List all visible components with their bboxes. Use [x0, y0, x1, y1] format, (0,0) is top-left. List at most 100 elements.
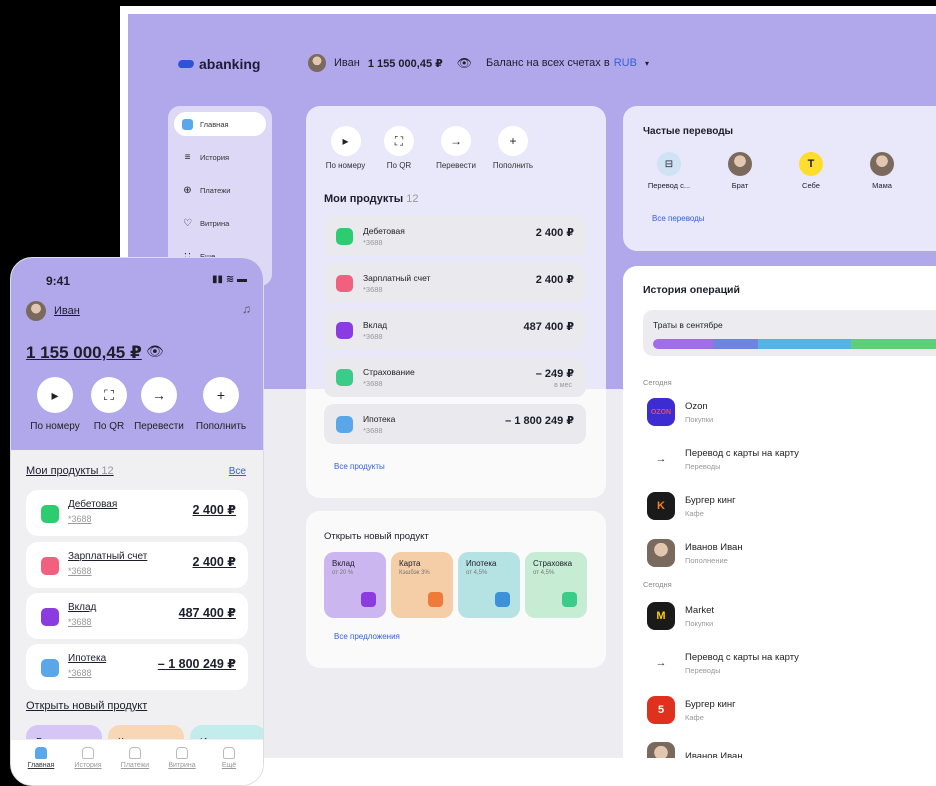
operation-title: Иванов Иван — [685, 750, 743, 759]
product-number: *3688 — [68, 668, 92, 678]
home-icon — [182, 118, 193, 130]
product-amount: 2 400 ₽ — [192, 555, 236, 569]
offer-tile[interactable]: Вклад от 20 % — [324, 552, 386, 618]
tab-3[interactable]: Витрина — [162, 747, 202, 769]
sidebar-item-label: История — [200, 152, 230, 162]
all-products-link[interactable]: Все продукты — [334, 462, 385, 471]
product-row[interactable]: Вклад *3688 487 400 ₽ — [324, 310, 586, 350]
bk-icon: K — [647, 492, 675, 520]
eye-icon[interactable]: 👁 — [457, 56, 472, 70]
offer-icon — [361, 592, 376, 607]
operation-title: Иванов Иван — [685, 541, 743, 553]
frequent-label: Мама — [872, 181, 892, 190]
product-name: Страхование — [363, 366, 415, 377]
operation-row[interactable]: 5 Бургер кинг Кафе — [647, 696, 736, 724]
offer-name: Страховка — [533, 559, 573, 568]
operation-row[interactable]: Иванов Иван Пополнение — [647, 539, 743, 567]
product-amount: – 1 800 249 ₽ — [505, 415, 574, 427]
product-row[interactable]: Дебетовая *3688 2 400 ₽ — [324, 216, 586, 256]
avatar — [728, 152, 752, 176]
operation-title: Перевод с карты на карту — [685, 447, 799, 459]
tab-label: Главная — [27, 762, 55, 769]
tab-icon — [129, 747, 141, 759]
operation-info: Перевод с карты на карту Переводы — [685, 652, 799, 675]
tab-0[interactable]: Главная — [21, 747, 61, 769]
frequent-label: Перевод с... — [647, 181, 691, 190]
t-icon: T — [799, 152, 823, 176]
new-product-card: Открыть новый продукт Вклад от 20 % Карта К… — [306, 511, 606, 668]
total-balance: 1 155 000,45 ₽ — [367, 57, 443, 70]
frequent-contact[interactable]: Мама — [852, 152, 912, 190]
avatar[interactable] — [308, 54, 326, 72]
quick-action-3[interactable]: + Пополнить — [189, 377, 253, 432]
operation-title: Бургер кинг — [685, 698, 736, 710]
quick-action-2[interactable]: → Перевести — [431, 126, 481, 170]
product-row[interactable]: Зарплатный счет *3688 2 400 ₽ — [324, 263, 586, 303]
tab-label: Витрина — [168, 762, 196, 769]
user-name[interactable]: Иван — [54, 305, 80, 317]
frequent-contact[interactable]: ⊟ Перевод с... — [639, 152, 699, 190]
products-title: Мои продукты 12 — [26, 465, 114, 477]
product-card[interactable]: Вклад *3688 487 400 ₽ — [26, 593, 248, 639]
operation-row[interactable]: OZON Ozon Покупки — [647, 398, 713, 426]
operation-category: Переводы — [685, 461, 721, 471]
offer-tile[interactable]: Страховка от 4,5% — [525, 552, 587, 618]
heart-icon: ♡ — [183, 217, 192, 229]
quick-action-0[interactable]: ▸ По номеру — [324, 126, 367, 170]
quick-action-2[interactable]: → Перевести — [127, 377, 191, 432]
sidebar-item-3[interactable]: ♡ Витрина — [174, 211, 266, 235]
all-products-link[interactable]: Все — [229, 466, 246, 477]
offer-name: Ипотека — [466, 559, 497, 568]
arrow-right-icon: → — [141, 377, 177, 413]
operation-row[interactable]: M Market Покупки — [647, 602, 714, 630]
spending-widget[interactable]: Траты в сентябре — [643, 310, 936, 356]
quick-action-label: По QR — [93, 421, 125, 432]
product-info: Вклад *3688 — [363, 320, 387, 341]
status-time: 9:41 — [46, 274, 71, 288]
quick-action-1[interactable]: ⛶ По QR — [374, 126, 424, 170]
frequent-contact[interactable]: T Себе — [781, 152, 841, 190]
product-card[interactable]: Дебетовая *3688 2 400 ₽ — [26, 490, 248, 536]
operation-row[interactable]: K Бургер кинг Кафе — [647, 492, 736, 520]
offer-tile[interactable]: Ипотека от 4,5% — [458, 552, 520, 618]
quick-action-label: Пополнить — [492, 161, 534, 170]
product-amount: – 1 800 249 ₽ — [157, 657, 236, 671]
logo[interactable]: abanking — [176, 56, 260, 72]
product-amount: 2 400 ₽ — [535, 274, 574, 286]
sidebar-item-2[interactable]: ⊕ Платежи — [174, 178, 266, 202]
avatar[interactable] — [26, 301, 46, 321]
tab-4[interactable]: Ещё — [209, 747, 249, 769]
operation-info: Бургер кинг Кафе — [685, 495, 736, 518]
tab-1[interactable]: История — [68, 747, 108, 769]
user-name[interactable]: Иван — [334, 57, 360, 69]
product-number: *3688 — [363, 331, 383, 341]
product-row[interactable]: Ипотека *3688 – 1 800 249 ₽ — [324, 404, 586, 444]
quick-action-3[interactable]: + Пополнить — [488, 126, 538, 170]
offer-sub: от 4,5% — [466, 570, 488, 576]
status-icons: ▮▮ ≋ ▬ — [212, 274, 247, 285]
all-offers-link[interactable]: Все предложения — [334, 632, 400, 641]
offer-icon — [495, 592, 510, 607]
frequent-contact[interactable]: Брат — [710, 152, 770, 190]
chevron-down-icon[interactable]: ▾ — [645, 59, 649, 68]
product-card[interactable]: Зарплатный счет *3688 2 400 ₽ — [26, 542, 248, 588]
product-row[interactable]: Страхование *3688 – 249 ₽ в мес — [324, 357, 586, 397]
product-icon — [336, 368, 353, 386]
eye-icon[interactable]: 👁 — [146, 343, 164, 360]
offer-tile[interactable]: Карта Кэшбэк 3% — [391, 552, 453, 618]
operation-row[interactable]: → Перевод с карты на карту Переводы — [647, 649, 799, 677]
all-transfers-link[interactable]: Все переводы — [652, 214, 705, 223]
bell-icon[interactable]: ♫ — [242, 302, 251, 316]
operation-category: Кафе — [685, 508, 704, 518]
product-icon — [336, 321, 353, 339]
offer-icon — [562, 592, 577, 607]
product-number: *3688 — [363, 425, 383, 435]
product-card[interactable]: Ипотека *3688 – 1 800 249 ₽ — [26, 644, 248, 690]
sidebar-item-0[interactable]: Главная — [174, 112, 266, 136]
operation-row[interactable]: Иванов Иван — [647, 742, 743, 758]
product-info: Страхование *3688 — [363, 367, 415, 388]
currency-select[interactable]: RUB — [614, 57, 637, 69]
operation-row[interactable]: → Перевод с карты на карту Переводы — [647, 445, 799, 473]
sidebar-item-1[interactable]: ≡ История — [174, 145, 266, 169]
tab-2[interactable]: Платежи — [115, 747, 155, 769]
